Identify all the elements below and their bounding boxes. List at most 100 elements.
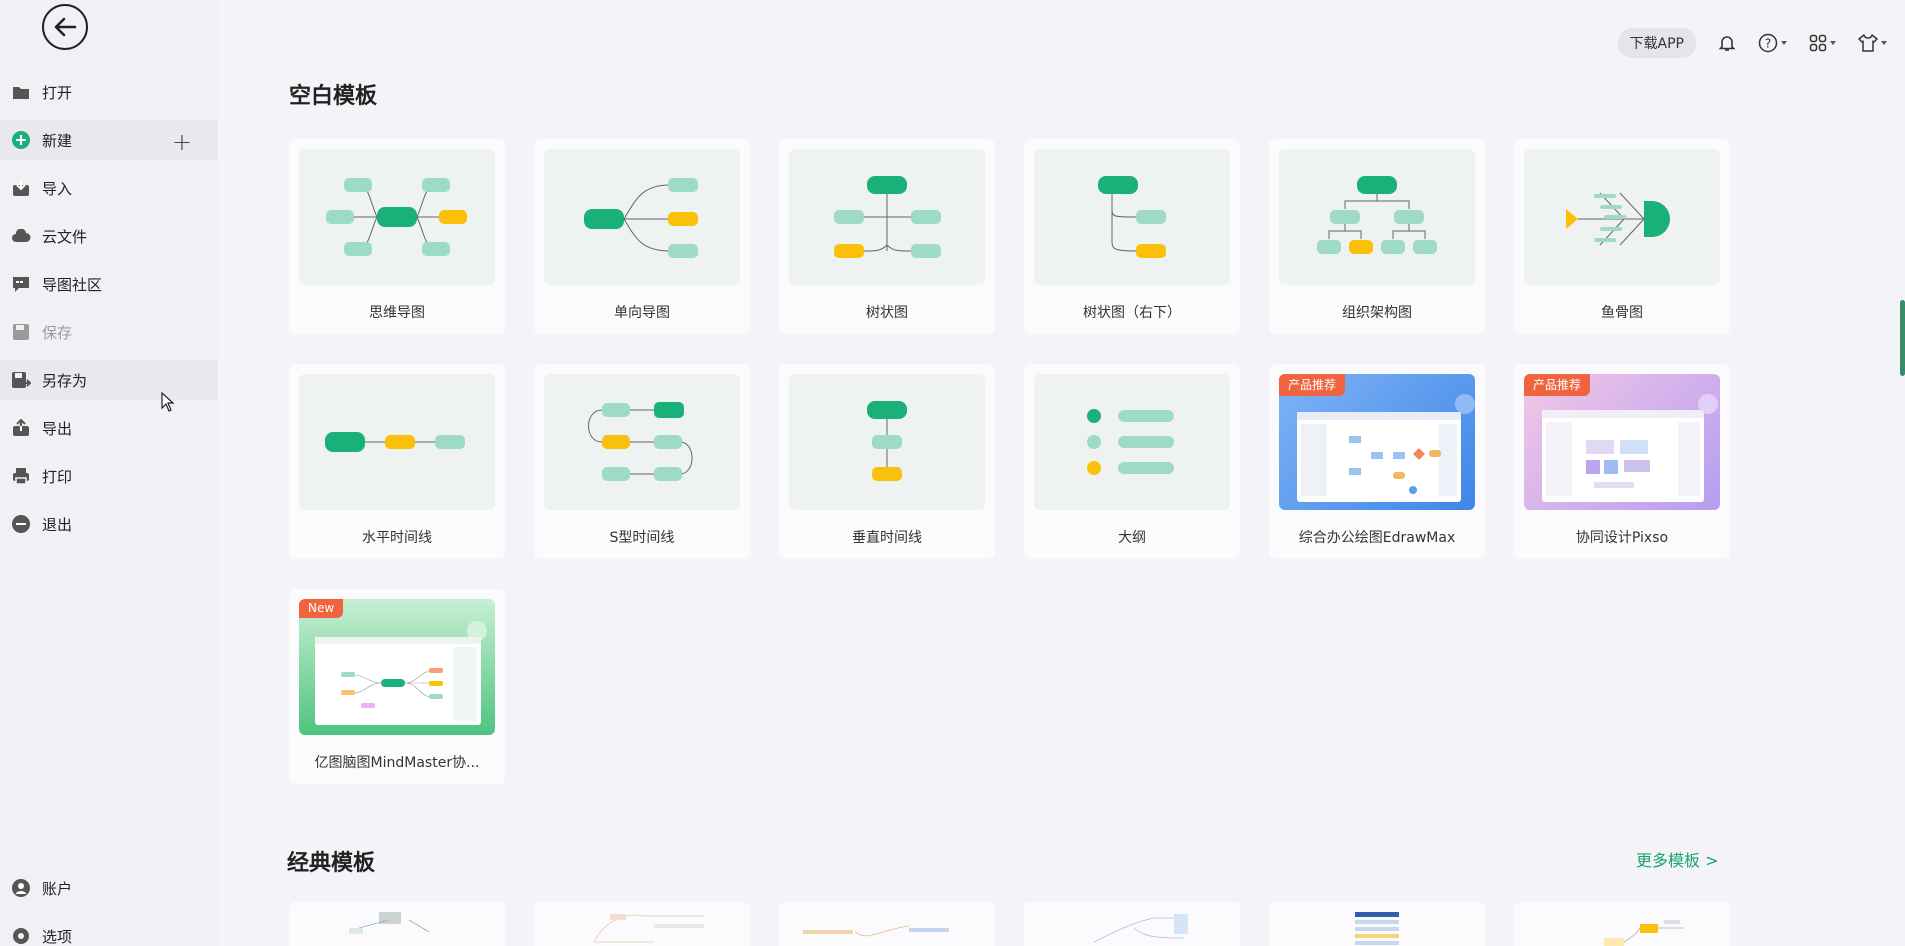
apps-button[interactable] xyxy=(1809,34,1836,52)
classic-template-card[interactable] xyxy=(1514,902,1730,946)
classic-template-card[interactable] xyxy=(779,902,995,946)
chat-icon xyxy=(11,274,31,294)
template-label: 垂直时间线 xyxy=(852,530,922,546)
import-icon xyxy=(11,178,31,198)
classic-template-card[interactable] xyxy=(289,902,505,946)
menu-account[interactable]: 账户 xyxy=(0,868,218,908)
svg-text:?: ? xyxy=(1765,37,1771,51)
menu-label: 退出 xyxy=(42,515,73,534)
thumbnail-mindmaster: New xyxy=(299,599,495,735)
template-card-mindmap[interactable]: 思维导图 xyxy=(289,139,505,334)
template-card-pixso[interactable]: 产品推荐 协同设计Pixso xyxy=(1514,364,1730,559)
sidebar: 打开 新建 + 导入 云文件 导图社区 保存 另存为 导出 打印 退出 账户 选… xyxy=(0,0,218,946)
menu-label: 导出 xyxy=(42,419,73,438)
menu-label: 另存为 xyxy=(42,371,88,390)
menu-label: 保存 xyxy=(42,323,73,342)
thumbnail-outline xyxy=(1034,374,1230,510)
plus-circle-icon xyxy=(11,130,31,150)
chevron-down-icon xyxy=(1781,41,1787,45)
folder-icon xyxy=(11,82,31,102)
menu-new[interactable]: 新建 + xyxy=(0,120,218,160)
top-toolbar: 下载APP ? xyxy=(1617,28,1887,58)
template-label: 协同设计Pixso xyxy=(1575,530,1669,546)
bell-icon xyxy=(1718,36,1736,51)
template-label: 亿图脑图MindMaster协... xyxy=(314,755,480,771)
menu-open[interactable]: 打开 xyxy=(0,72,218,112)
template-label: 树状图（右下） xyxy=(1083,305,1181,321)
menu-label: 导图社区 xyxy=(42,275,103,294)
save-as-icon xyxy=(11,370,31,390)
menu-label: 新建 xyxy=(42,131,73,150)
recommend-badge: 产品推荐 xyxy=(1279,374,1346,396)
template-label: 组织架构图 xyxy=(1342,305,1412,321)
template-label: 单向导图 xyxy=(614,305,670,321)
template-card-s-timeline[interactable]: S型时间线 xyxy=(534,364,750,559)
notification-button[interactable] xyxy=(1718,34,1736,52)
thumbnail-horizontal-timeline xyxy=(299,374,495,510)
classic-template-card[interactable] xyxy=(534,902,750,946)
template-label: 鱼骨图 xyxy=(1601,305,1643,321)
thumbnail-mindmap xyxy=(299,149,495,285)
shirt-icon xyxy=(1858,34,1878,52)
menu-label: 账户 xyxy=(42,879,73,898)
section-title-classic: 经典模板 xyxy=(287,851,376,876)
apps-grid-icon xyxy=(1809,34,1827,52)
template-label: 树状图 xyxy=(866,305,908,321)
user-icon xyxy=(11,878,31,898)
back-button[interactable] xyxy=(42,4,88,50)
scrollbar-thumb[interactable] xyxy=(1900,300,1905,376)
template-card-one-way[interactable]: 单向导图 xyxy=(534,139,750,334)
thumbnail-vertical-timeline xyxy=(789,374,985,510)
thumbnail-s-timeline xyxy=(544,374,740,510)
menu-cloud[interactable]: 云文件 xyxy=(0,216,218,256)
classic-template-card[interactable] xyxy=(1269,902,1485,946)
thumbnail-one-way xyxy=(544,149,740,285)
template-label: 思维导图 xyxy=(369,305,425,321)
recommend-badge: 产品推荐 xyxy=(1524,374,1591,396)
template-card-horizontal-timeline[interactable]: 水平时间线 xyxy=(289,364,505,559)
mouse-cursor-icon xyxy=(161,392,175,412)
export-icon xyxy=(11,418,31,438)
more-templates-link[interactable]: 更多模板 > xyxy=(1636,847,1719,871)
save-icon xyxy=(11,322,31,342)
classic-template-card[interactable] xyxy=(1024,902,1240,946)
menu-label: 选项 xyxy=(42,927,73,946)
thumbnail-fishbone xyxy=(1524,149,1720,285)
help-button[interactable]: ? xyxy=(1758,33,1787,53)
template-card-tree-right-down[interactable]: 树状图（右下） xyxy=(1024,139,1240,334)
menu-label: 导入 xyxy=(42,179,73,198)
template-card-mindmaster[interactable]: New 亿图脑图MindMaster协... xyxy=(289,589,505,784)
menu-label: 打印 xyxy=(42,467,73,486)
chevron-down-icon xyxy=(1881,41,1887,45)
new-badge: New xyxy=(299,599,344,618)
section-title-blank: 空白模板 xyxy=(289,84,378,109)
template-card-org-chart[interactable]: 组织架构图 xyxy=(1269,139,1485,334)
download-app-button[interactable]: 下载APP xyxy=(1617,28,1696,58)
menu-label: 云文件 xyxy=(42,227,88,246)
thumbnail-org-chart xyxy=(1279,149,1475,285)
template-label: S型时间线 xyxy=(609,530,675,546)
menu-print[interactable]: 打印 xyxy=(0,456,218,496)
template-card-outline[interactable]: 大纲 xyxy=(1024,364,1240,559)
thumbnail-pixso: 产品推荐 xyxy=(1524,374,1720,510)
printer-icon xyxy=(11,466,31,486)
gear-icon xyxy=(11,926,31,946)
template-card-fishbone[interactable]: 鱼骨图 xyxy=(1514,139,1730,334)
menu-community[interactable]: 导图社区 xyxy=(0,264,218,304)
template-label: 大纲 xyxy=(1118,530,1146,546)
menu-export[interactable]: 导出 xyxy=(0,408,218,448)
menu-import[interactable]: 导入 xyxy=(0,168,218,208)
template-card-edrawmax[interactable]: 产品推荐 综合办公绘图EdrawMax xyxy=(1269,364,1485,559)
menu-save-as[interactable]: 另存为 xyxy=(0,360,218,400)
minus-circle-icon xyxy=(11,514,31,534)
menu-save[interactable]: 保存 xyxy=(0,312,218,352)
menu-options[interactable]: 选项 xyxy=(0,916,218,946)
menu-label: 打开 xyxy=(42,83,73,102)
help-icon: ? xyxy=(1758,33,1778,53)
template-card-tree[interactable]: 树状图 xyxy=(779,139,995,334)
template-card-vertical-timeline[interactable]: 垂直时间线 xyxy=(779,364,995,559)
thumbnail-edrawmax: 产品推荐 xyxy=(1279,374,1475,510)
plus-icon[interactable]: + xyxy=(172,128,192,156)
menu-exit[interactable]: 退出 xyxy=(0,504,218,544)
skin-button[interactable] xyxy=(1858,34,1887,52)
